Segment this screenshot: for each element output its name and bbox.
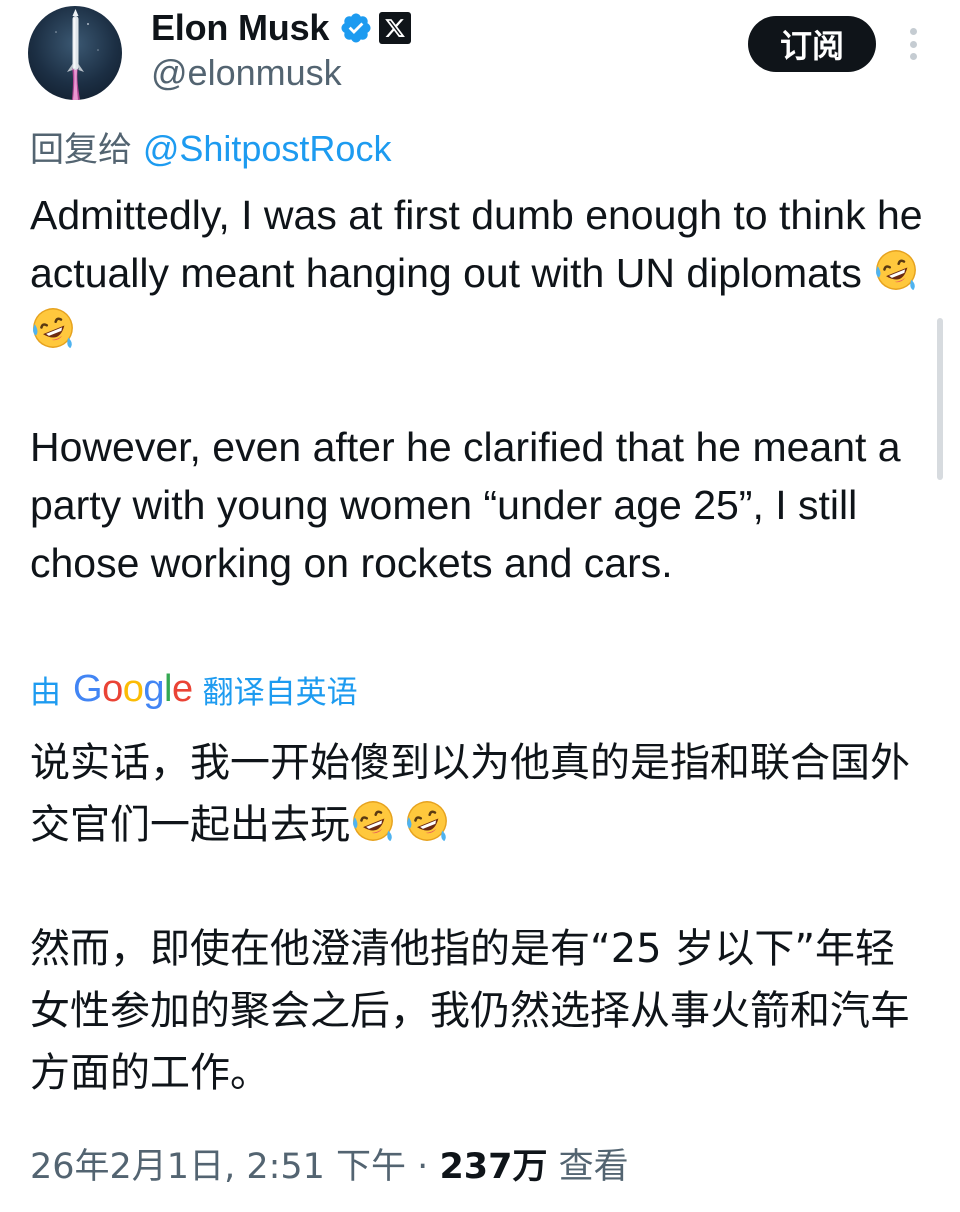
views-label: 查看 [547,1147,629,1187]
reply-context: 回复给 @ShitpostRock [30,122,391,171]
translated-text: 说实话，我一开始傻到以为他真的是指和联合国外交官们一起出去玩 然而，即使在他澄清… [30,732,930,1104]
tweet-header: Elon Musk @elonmusk 订阅 [0,0,960,110]
author-avatar[interactable] [28,6,122,100]
google-logo-letter: o [102,667,123,710]
subscribe-button[interactable]: 订阅 [748,16,876,72]
scrollbar-thumb[interactable] [937,318,943,480]
rolling-on-the-floor-laughing-emoji [407,801,447,842]
google-logo-letter: g [143,667,164,710]
reply-prefix: 回复给 [30,130,143,170]
more-vertical-icon[interactable] [898,24,928,64]
rocket-launch-icon [55,9,99,100]
translated-from-english-link[interactable]: 翻译自英语 [203,667,358,712]
translation-attribution: 由 Google 翻译自英语 [30,666,358,712]
meta-separator: · [406,1147,440,1187]
more-dot [909,40,917,48]
verified-badge-icon [341,13,371,43]
tweet-paragraph: However, even after he clarified that he… [30,424,901,586]
translate-by-label: 由 [30,674,61,711]
tweet-text: Admittedly, I was at first dumb enough t… [30,186,945,592]
more-dot [909,53,917,60]
rolling-on-the-floor-laughing-emoji [353,801,393,842]
author-name-row: Elon Musk [151,6,412,50]
google-logo-letter: l [163,667,172,710]
google-logo-letter: e [171,667,193,710]
reply-handle-link[interactable]: @ShitpostRock [143,128,392,169]
tweet-paragraph: Admittedly, I was at first dumb enough t… [30,186,945,360]
tweet-timestamp[interactable]: 26年2月1日, 2:51 下午 [30,1147,406,1187]
author-display-name[interactable]: Elon Musk [151,7,329,49]
rolling-on-the-floor-laughing-emoji [33,308,73,349]
translated-paragraph: 说实话，我一开始傻到以为他真的是指和联合国外交官们一起出去玩 [30,732,930,856]
google-logo: Google [73,668,193,711]
google-logo-letter: o [122,667,144,710]
more-dot [909,28,917,35]
emoji-group [350,801,458,848]
translated-paragraph: 然而，即使在他澄清他指的是有“25 岁以下”年轻女性参加的聚会之后，我仍然选择从… [30,926,910,1096]
rolling-on-the-floor-laughing-emoji [876,250,917,291]
author-handle[interactable]: @elonmusk [151,52,342,94]
views-count: 237万 [439,1147,548,1187]
translated-paragraph-text: 说实话，我一开始傻到以为他真的是指和联合国外交官们一起出去玩 [30,740,910,848]
google-logo-letter: G [73,667,103,710]
tweet-meta: 26年2月1日, 2:51 下午 · 237万 查看 [30,1138,629,1189]
tweet-paragraph-text: Admittedly, I was at first dumb enough t… [30,192,923,296]
x-logo-icon [379,12,412,44]
